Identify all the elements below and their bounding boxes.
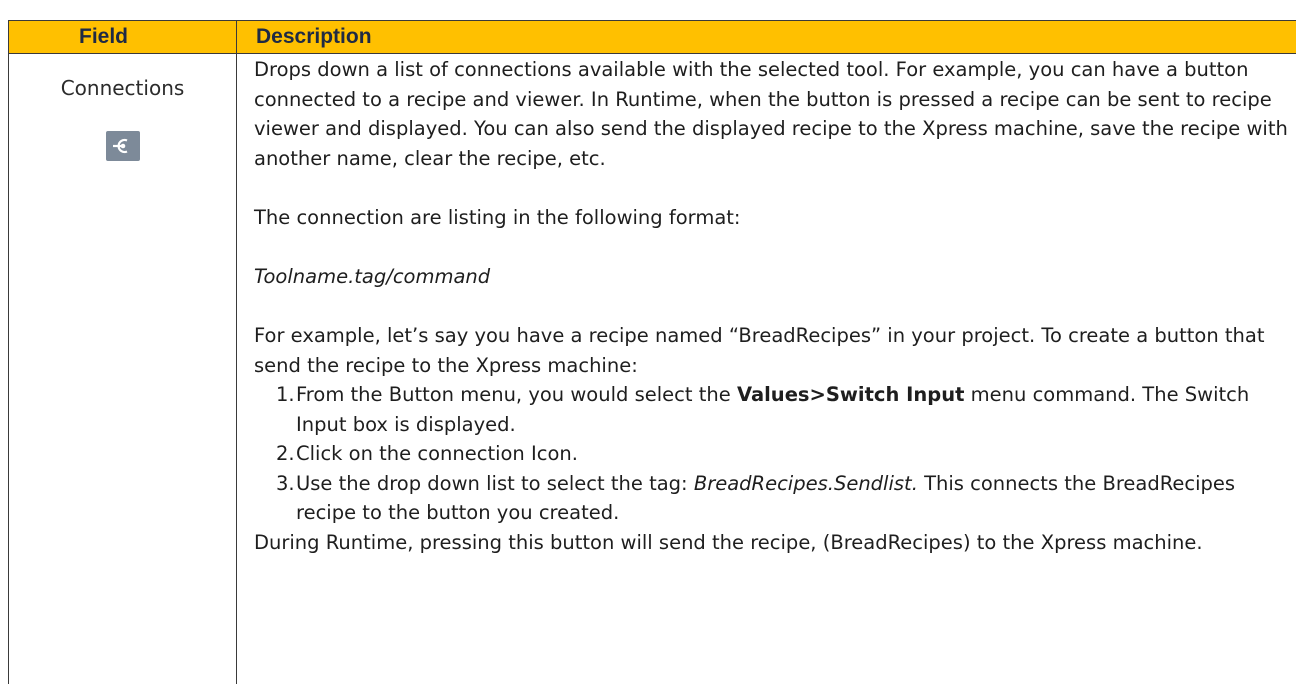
example-intro: For example, let’s say you have a recipe…: [254, 324, 1265, 377]
field-cell: Connections: [9, 55, 236, 161]
format-example: Toolname.tag/command: [254, 264, 491, 288]
column-divider: [236, 20, 237, 684]
outro-paragraph: During Runtime, pressing this button wil…: [254, 530, 1203, 554]
connection-icon: [105, 131, 140, 161]
format-intro: The connection are listing in the follow…: [254, 206, 741, 229]
list-item: 3. Use the drop down list to select the …: [276, 471, 1236, 525]
description-cell: Drops down a list of connections availab…: [254, 55, 1290, 557]
field-name: Connections: [60, 76, 185, 100]
header-description: Description: [256, 25, 372, 48]
table-header-row: Field Description: [8, 20, 1296, 54]
steps-list: 1. From the Button menu, you would selec…: [254, 380, 1290, 528]
field-description-table: Field Description Connections Drops down…: [0, 0, 1296, 684]
header-field: Field: [79, 25, 129, 48]
list-item: 2. Click on the connection Icon.: [276, 442, 578, 465]
tag-name: BreadRecipes.Sendlist.: [693, 471, 918, 495]
list-item: 1. From the Button menu, you would selec…: [276, 383, 1250, 436]
menu-command: Values>Switch Input: [736, 383, 965, 406]
intro-paragraph: Drops down a list of connections availab…: [254, 58, 1288, 170]
